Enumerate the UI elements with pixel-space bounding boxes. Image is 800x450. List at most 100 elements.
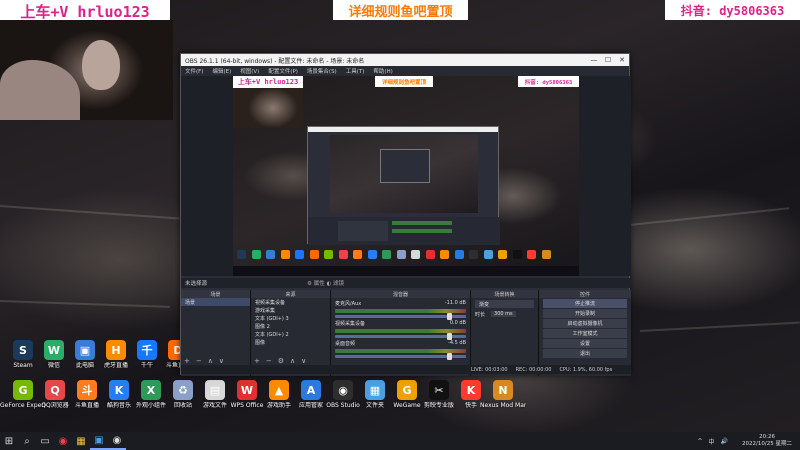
settings-button[interactable]: 设置 bbox=[543, 339, 627, 348]
nested-obs-window bbox=[307, 126, 500, 245]
obs-menubar: 文件(F) 编辑(E) 视图(V) 配置文件(P) 场景集合(S) 工具(T) … bbox=[181, 66, 629, 76]
preview-margin-right bbox=[579, 76, 631, 276]
minimize-button[interactable]: — bbox=[587, 56, 601, 64]
wechat-icon: W bbox=[44, 340, 64, 360]
file-explorer-icon[interactable]: ▦ bbox=[72, 432, 90, 450]
overlay-rules-notice: 详细规则鱼吧置顶 bbox=[333, 0, 468, 20]
channel-name: 桌面音频 bbox=[335, 341, 356, 347]
preview-overlay-rules: 详细规则鱼吧置顶 bbox=[375, 76, 433, 87]
task-view-icon[interactable]: ▭ bbox=[36, 432, 54, 450]
taskbar: ⊞ ⌕ ▭ ◉ ▦ ▣ ◉ ^ 中 🔊 20:26 2022/10/25 星期二 bbox=[0, 432, 800, 450]
search-icon[interactable]: ⌕ bbox=[18, 432, 36, 450]
volume-fader[interactable] bbox=[335, 353, 466, 360]
cpu-fps: CPU: 1.9%, 60.00 fps bbox=[559, 366, 613, 373]
source-settings-icon[interactable]: ⚙ bbox=[278, 357, 284, 365]
clock[interactable]: 20:26 2022/10/25 星期二 bbox=[736, 434, 792, 448]
clock-date: 2022/10/25 星期二 bbox=[742, 441, 792, 447]
preview-geforce-icon bbox=[324, 250, 333, 259]
obs-taskbar-icon[interactable]: ◉ bbox=[108, 432, 126, 450]
webcam-feed bbox=[0, 20, 173, 120]
desktop-icon-nexus[interactable]: N Nexus Mod Manager bbox=[480, 380, 526, 424]
overlay-douyin-id: 抖音: dy5806363 bbox=[665, 0, 800, 20]
move-up-icon[interactable]: ∧ bbox=[208, 357, 213, 365]
add-source-icon[interactable]: + bbox=[254, 357, 260, 365]
virtual-camera-button[interactable]: 启动虚拟摄像机 bbox=[543, 319, 627, 328]
menu-tools[interactable]: 工具(T) bbox=[346, 67, 365, 75]
properties-filters-tabs[interactable]: ⚙ 属性 ◐ 滤镜 bbox=[307, 279, 344, 287]
source-item[interactable]: 图像 bbox=[251, 338, 330, 346]
nested-obs-preview bbox=[330, 135, 478, 213]
move-down-icon[interactable]: ∨ bbox=[301, 357, 306, 365]
nested-obs-titlebar bbox=[308, 127, 498, 132]
maximize-button[interactable]: ☐ bbox=[601, 56, 615, 64]
stop-streaming-button[interactable]: 停止推流 bbox=[543, 299, 627, 308]
source-item[interactable]: 視频采集设备 bbox=[251, 298, 330, 306]
source-item[interactable]: 图像 2 bbox=[251, 322, 330, 330]
app-manager-icon: A bbox=[301, 380, 321, 400]
tray-overflow-icon[interactable]: ^ bbox=[698, 438, 703, 445]
obs-window-title: OBS 26.1.1 (64-bit, windows) - 配置文件: 未命名… bbox=[185, 57, 365, 65]
preview-capcut-icon bbox=[512, 250, 522, 259]
source-item[interactable]: 文本 (GDI+) 2 bbox=[251, 330, 330, 338]
nexus-icon: N bbox=[493, 380, 513, 400]
kuaishou-icon: K bbox=[461, 380, 481, 400]
floor-line bbox=[619, 207, 790, 227]
nested-obs-window-2 bbox=[380, 149, 430, 183]
move-down-icon[interactable]: ∨ bbox=[219, 357, 224, 365]
studio-mode-button[interactable]: 工作室模式 bbox=[543, 329, 627, 338]
close-button[interactable]: ✕ bbox=[615, 56, 629, 64]
nested-obs-docks bbox=[308, 217, 500, 245]
mixer-dock: 混音器 麦克风/Aux -11.0 dB 视频采集设备 0.0 dB 桌面音频 -4.… bbox=[331, 290, 471, 376]
menu-scene-collection[interactable]: 场景集合(S) bbox=[307, 67, 337, 75]
start-button[interactable]: ⊞ bbox=[0, 432, 18, 450]
menu-profile[interactable]: 配置文件(P) bbox=[268, 67, 298, 75]
rec-timer: REC: 00:00:00 bbox=[515, 366, 552, 373]
floor-line bbox=[0, 300, 170, 308]
volume-icon[interactable]: 🔊 bbox=[721, 438, 728, 445]
capcut-icon: ✂ bbox=[429, 380, 449, 400]
add-scene-icon[interactable]: + bbox=[184, 357, 190, 365]
source-item[interactable]: 游戏采集 bbox=[251, 306, 330, 314]
preview-wps-icon bbox=[425, 250, 435, 259]
menu-file[interactable]: 文件(F) bbox=[185, 67, 203, 75]
channel-db: -11.0 dB bbox=[444, 300, 466, 306]
webcam-hand bbox=[0, 60, 80, 120]
move-up-icon[interactable]: ∧ bbox=[290, 357, 295, 365]
menu-help[interactable]: 帮助(H) bbox=[373, 67, 392, 75]
nested-sources bbox=[338, 221, 388, 241]
duration-input[interactable]: 300 ms bbox=[491, 311, 516, 317]
scene-item[interactable]: 场景 bbox=[181, 298, 250, 306]
menu-edit[interactable]: 编辑(E) bbox=[212, 67, 231, 75]
exit-button[interactable]: 退出 bbox=[543, 349, 627, 358]
computer-icon: ▣ bbox=[75, 340, 95, 360]
steam-icon: S bbox=[13, 340, 33, 360]
remove-source-icon[interactable]: − bbox=[266, 357, 272, 365]
preview-game-helper-icon bbox=[440, 250, 449, 259]
app-icon[interactable]: ▣ bbox=[90, 432, 108, 450]
duration-label: 时长 bbox=[475, 311, 486, 318]
preview-huya-icon bbox=[280, 250, 290, 259]
controls-dock: 控件 停止推流 开始录制 启动虚拟摄像机 工作室模式 设置 退出 bbox=[539, 290, 631, 376]
menu-view[interactable]: 视图(V) bbox=[240, 67, 259, 75]
obs-preview[interactable]: 上车+V hrluo123 详细规则鱼吧置顶 抖音: dy5806363 bbox=[233, 76, 579, 276]
nested-mixer bbox=[392, 221, 452, 241]
source-item[interactable]: 文本 (GDI+) 3 bbox=[251, 314, 330, 322]
volume-fader[interactable] bbox=[335, 333, 466, 340]
system-tray: ^ 中 🔊 20:26 2022/10/25 星期二 bbox=[692, 434, 800, 448]
preview-overlay-douyin: 抖音: dy5806363 bbox=[518, 76, 579, 87]
huya-icon: H bbox=[106, 340, 126, 360]
preview-douyu-live-icon bbox=[353, 250, 362, 259]
mixer-channel: 视频采集设备 0.0 dB bbox=[331, 318, 470, 340]
start-recording-button[interactable]: 开始录制 bbox=[543, 309, 627, 318]
obs-titlebar[interactable]: OBS 26.1.1 (64-bit, windows) - 配置文件: 未命名… bbox=[181, 54, 629, 66]
volume-fader[interactable] bbox=[335, 313, 466, 320]
input-method-icon[interactable]: 中 bbox=[709, 437, 715, 446]
floor-line bbox=[0, 205, 180, 220]
obs-window[interactable]: OBS 26.1.1 (64-bit, windows) - 配置文件: 未命名… bbox=[180, 53, 631, 376]
browser-icon[interactable]: ◉ bbox=[54, 432, 72, 450]
recycle-icon: ♻ bbox=[173, 380, 193, 400]
remove-scene-icon[interactable]: − bbox=[196, 357, 202, 365]
douyu-live-icon: 斗 bbox=[77, 380, 97, 400]
transition-select[interactable]: 渐变 bbox=[475, 300, 534, 308]
preview-file-icon bbox=[411, 250, 420, 259]
